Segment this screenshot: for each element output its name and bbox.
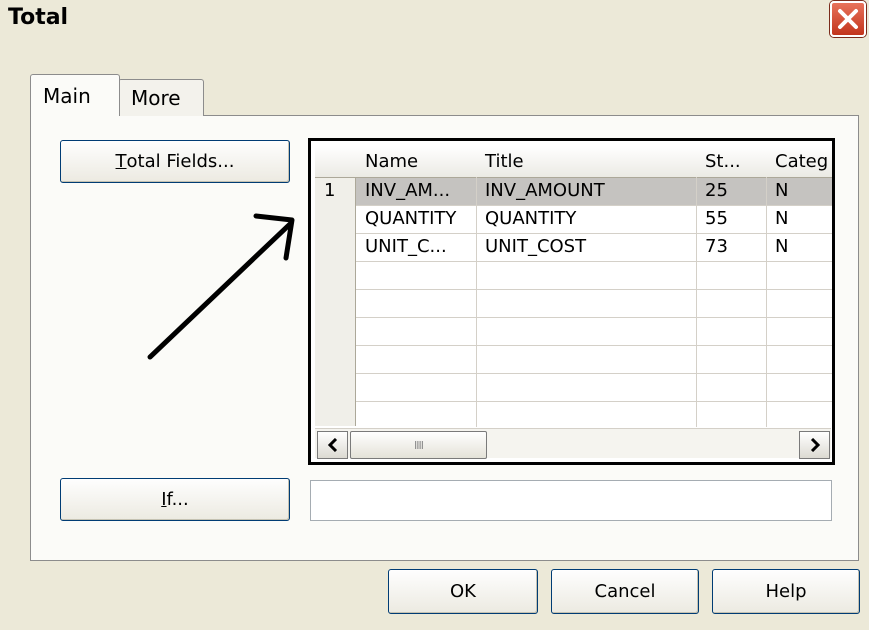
cell-st[interactable]: 25 — [696, 178, 775, 204]
scroll-thumb[interactable]: IIII — [350, 431, 487, 459]
column-header-name[interactable]: Name — [356, 146, 486, 178]
cell-categ[interactable]: N — [766, 178, 832, 204]
grid-divider — [356, 345, 832, 346]
total-fields-mnemonic: T — [115, 151, 127, 172]
scroll-right-button[interactable] — [799, 431, 830, 459]
grid-divider — [356, 401, 832, 402]
if-condition-input[interactable] — [310, 480, 832, 521]
column-header-st[interactable]: St... — [696, 146, 776, 178]
ok-button[interactable]: OK — [388, 569, 538, 614]
cell-st[interactable]: 73 — [696, 234, 775, 260]
close-button[interactable] — [830, 1, 866, 37]
tab-main[interactable]: Main — [30, 74, 120, 116]
grid-divider — [356, 373, 832, 374]
window-title: Total — [8, 5, 69, 30]
help-button[interactable]: Help — [712, 569, 860, 614]
cell-categ[interactable]: N — [766, 206, 832, 232]
if-button[interactable]: If... — [60, 478, 290, 521]
column-header-categ[interactable]: Categ — [766, 146, 832, 178]
cell-title[interactable]: QUANTITY — [476, 206, 705, 232]
cell-name[interactable]: INV_AM... — [356, 178, 485, 204]
fields-grid[interactable]: Name Title St... Categ 1 INV_AM... INV_A… — [308, 138, 835, 465]
cell-name[interactable]: UNIT_C... — [356, 234, 485, 260]
grid-divider — [356, 289, 832, 290]
cell-name[interactable]: QUANTITY — [356, 206, 485, 232]
horizontal-scrollbar[interactable]: IIII — [315, 428, 831, 459]
scroll-thumb-grip: IIII — [414, 438, 424, 452]
scroll-left-button[interactable] — [317, 431, 348, 459]
cell-st[interactable]: 55 — [696, 206, 775, 232]
cancel-button[interactable]: Cancel — [551, 569, 699, 614]
cell-title[interactable]: UNIT_COST — [476, 234, 705, 260]
if-label: f... — [166, 489, 189, 510]
chevron-left-icon — [327, 438, 337, 452]
column-header-title[interactable]: Title — [476, 146, 706, 178]
grid-divider — [356, 261, 832, 262]
grid-divider — [356, 317, 832, 318]
chevron-right-icon — [810, 438, 820, 452]
cell-title[interactable]: INV_AMOUNT — [476, 178, 705, 204]
total-fields-button[interactable]: Total Fields... — [60, 140, 290, 183]
arrow-annotation-icon — [147, 213, 295, 360]
title-bar — [0, 0, 869, 46]
close-icon — [838, 9, 858, 29]
total-fields-label: otal Fields... — [126, 151, 235, 172]
tab-more[interactable]: More — [118, 79, 204, 116]
cell-categ[interactable]: N — [766, 234, 832, 260]
